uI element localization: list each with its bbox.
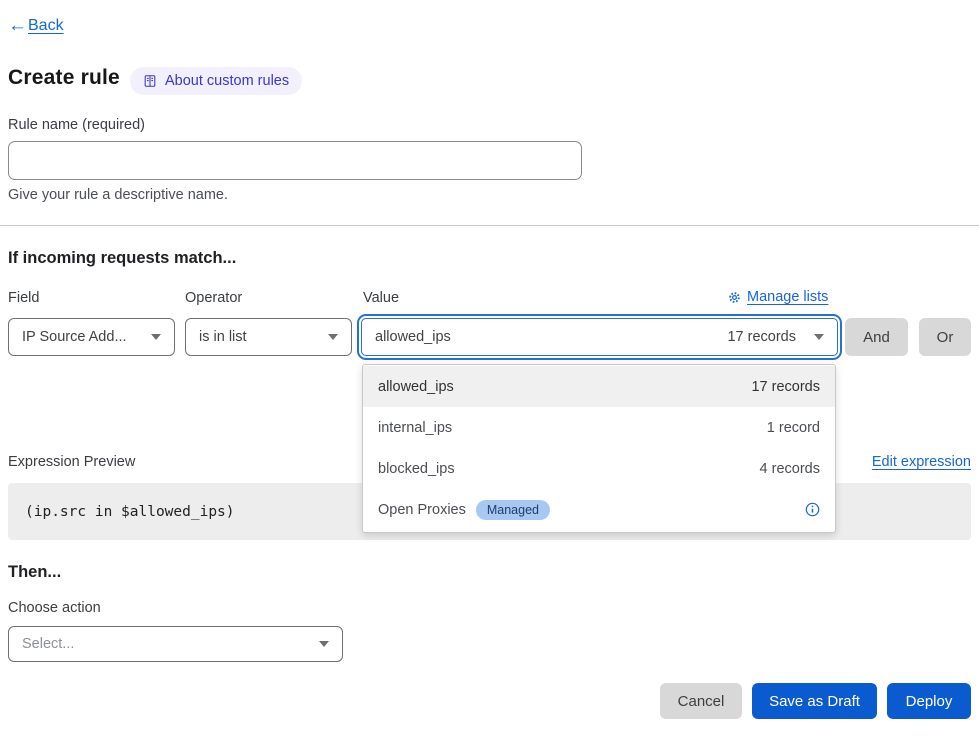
rule-name-helper: Give your rule a descriptive name.: [8, 187, 228, 203]
value-select-value: allowed_ips: [375, 329, 451, 345]
rule-name-input[interactable]: [8, 141, 582, 180]
then-section-title: Then...: [8, 563, 61, 582]
about-badge-label: About custom rules: [165, 73, 289, 89]
action-select[interactable]: Select...: [8, 626, 343, 662]
list-name: Open Proxies: [378, 502, 466, 518]
page-title: Create rule: [8, 66, 120, 90]
manage-lists-label: Manage lists: [747, 289, 828, 305]
edit-expression-link[interactable]: Edit expression: [872, 454, 971, 470]
save-as-draft-button[interactable]: Save as Draft: [752, 683, 877, 719]
field-select-value: IP Source Add...: [22, 329, 127, 345]
about-custom-rules-link[interactable]: About custom rules: [130, 67, 302, 95]
chevron-down-icon: [814, 334, 824, 340]
chevron-down-icon: [319, 641, 329, 647]
list-record-count: 1 record: [767, 420, 820, 436]
field-select[interactable]: IP Source Add...: [8, 318, 175, 356]
list-name: blocked_ips: [378, 461, 455, 477]
dropdown-item-blocked-ips[interactable]: blocked_ips 4 records: [363, 448, 835, 489]
operator-label: Operator: [185, 290, 242, 306]
dropdown-item-open-proxies[interactable]: Open Proxies Managed: [363, 489, 835, 530]
book-icon: [143, 74, 157, 88]
arrow-left-icon: ←: [8, 16, 27, 35]
value-select-record-count: 17 records: [727, 329, 814, 345]
list-name: allowed_ips: [378, 379, 454, 395]
operator-select-value: is in list: [199, 329, 247, 345]
deploy-button[interactable]: Deploy: [887, 683, 971, 719]
choose-action-label: Choose action: [8, 600, 101, 616]
back-link[interactable]: ← Back: [8, 16, 64, 35]
field-label: Field: [8, 290, 39, 306]
list-record-count: 17 records: [751, 379, 820, 395]
value-label: Value: [363, 290, 399, 306]
or-button[interactable]: Or: [919, 318, 971, 356]
gear-icon: [728, 291, 741, 304]
list-name: internal_ips: [378, 420, 452, 436]
expression-code: (ip.src in $allowed_ips): [25, 504, 235, 520]
list-record-count: 4 records: [760, 461, 820, 477]
section-divider: [0, 225, 979, 226]
info-circle-icon[interactable]: [805, 502, 820, 517]
back-link-label: Back: [28, 17, 64, 35]
managed-badge: Managed: [476, 500, 550, 520]
operator-select[interactable]: is in list: [185, 318, 352, 356]
expression-preview-label: Expression Preview: [8, 454, 135, 470]
chevron-down-icon: [151, 334, 161, 340]
and-button[interactable]: And: [845, 318, 908, 356]
cancel-button[interactable]: Cancel: [660, 683, 742, 719]
manage-lists-link[interactable]: Manage lists: [728, 289, 840, 305]
action-select-placeholder: Select...: [22, 636, 74, 652]
match-section-title: If incoming requests match...: [8, 249, 236, 268]
chevron-down-icon: [328, 334, 338, 340]
value-select[interactable]: allowed_ips 17 records: [361, 318, 838, 356]
rule-name-label: Rule name (required): [8, 117, 145, 133]
dropdown-item-internal-ips[interactable]: internal_ips 1 record: [363, 407, 835, 448]
dropdown-item-allowed-ips[interactable]: allowed_ips 17 records: [363, 366, 835, 407]
value-dropdown-menu: allowed_ips 17 records internal_ips 1 re…: [362, 364, 836, 533]
